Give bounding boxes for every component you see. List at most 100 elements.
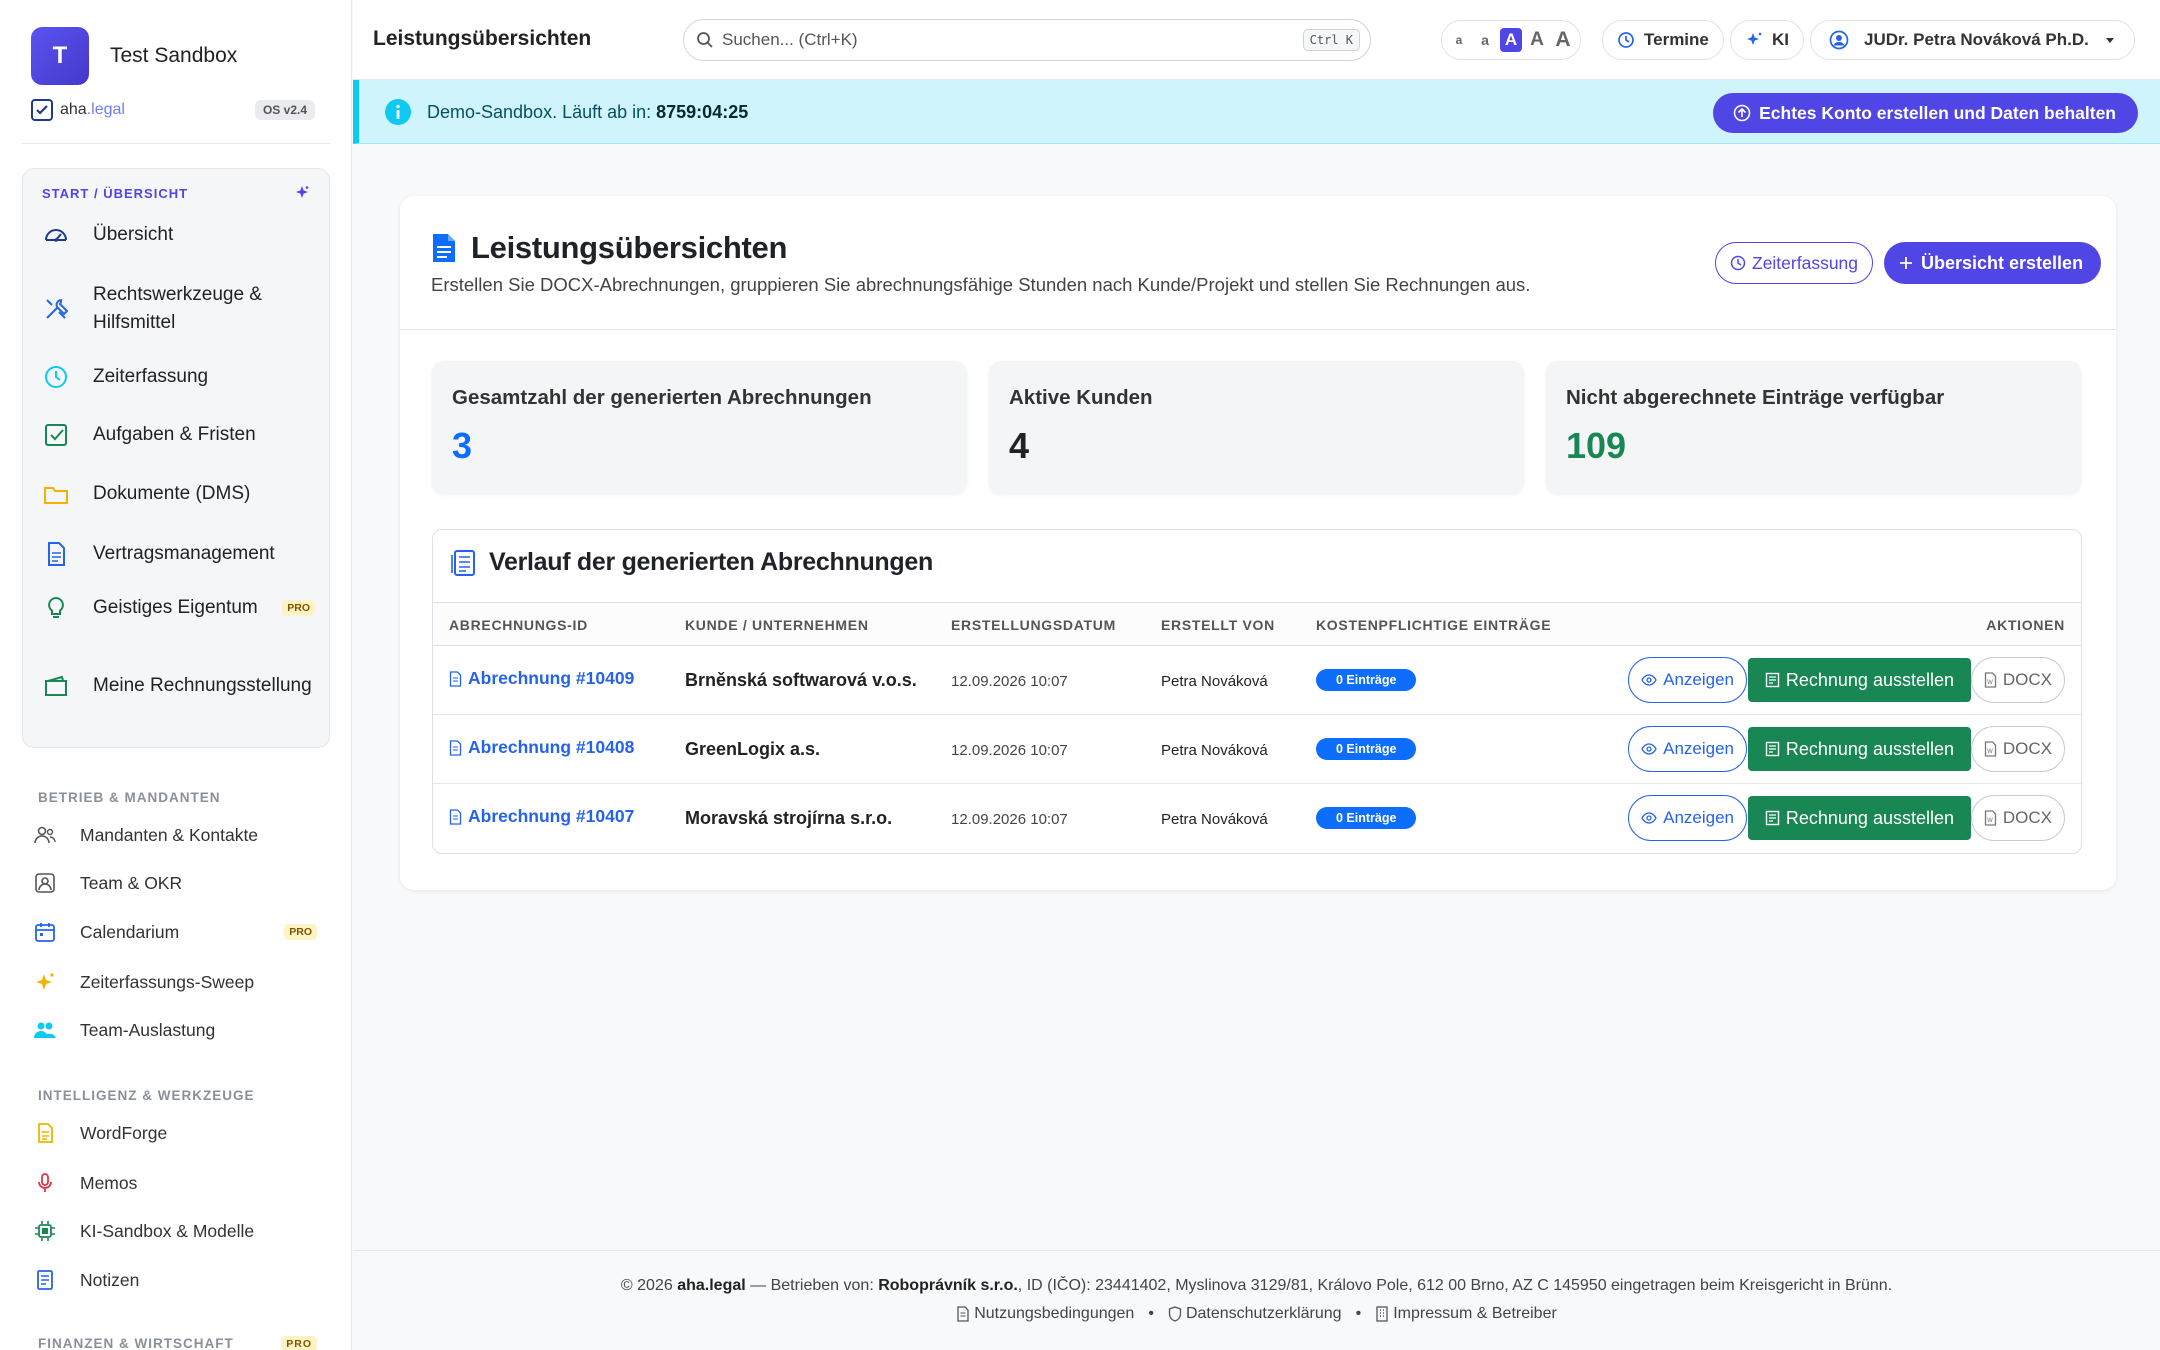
- docx-download-button[interactable]: W DOCX: [1970, 657, 2065, 703]
- sidebar-item-team-okr[interactable]: Team & OKR: [34, 868, 317, 898]
- file-word-icon: W: [1984, 741, 1997, 757]
- ki-button[interactable]: KI: [1730, 20, 1804, 60]
- sidebar-item-rechtswerkzeuge[interactable]: Rechtswerkzeuge & Hilfsmittel: [43, 281, 315, 337]
- zeiterfassung-button[interactable]: Zeiterfassung: [1715, 242, 1874, 284]
- view-button[interactable]: Anzeigen: [1628, 657, 1747, 703]
- issue-invoice-button[interactable]: Rechnung ausstellen: [1747, 658, 1971, 702]
- sidebar-item-zeiterfassungs-sweep[interactable]: Zeiterfassungs-Sweep: [34, 967, 317, 997]
- entries-badge: 0 Einträge: [1316, 807, 1417, 829]
- stat-label: Nicht abgerechnete Einträge verfügbar: [1566, 386, 1945, 409]
- sidebar-item-notizen[interactable]: Notizen: [34, 1265, 317, 1295]
- section-finanzen: FINANZEN & WIRTSCHAFT PRO: [38, 1336, 317, 1350]
- create-overview-button[interactable]: Übersicht erstellen: [1884, 242, 2102, 284]
- page-subtitle: Erstellen Sie DOCX-Abrechnungen, gruppie…: [431, 274, 1531, 295]
- sparkle-icon[interactable]: [294, 185, 310, 201]
- table-row: Abrechnung #10407 Moravská strojírna s.r…: [433, 784, 2081, 853]
- sidebar-item-memos[interactable]: Memos: [34, 1168, 317, 1198]
- table-header: ABRECHNUNGS-ID KUNDE / UNTERNEHMEN ERSTE…: [433, 602, 2081, 646]
- sidebar-item-dokumente[interactable]: Dokumente (DMS): [43, 480, 315, 508]
- document-icon: [48, 542, 65, 566]
- entries-badge: 0 Einträge: [1316, 738, 1417, 760]
- search-box[interactable]: Ctrl K: [683, 19, 1371, 61]
- customer-name: Brněnská softwarová v.o.s.: [685, 670, 917, 690]
- footer-dot: •: [1355, 1305, 1362, 1322]
- sidebar-divider: [22, 143, 330, 144]
- termine-label: Termine: [1644, 30, 1709, 49]
- document-icon: [449, 670, 462, 687]
- brand-logo: aha.legal: [60, 101, 125, 118]
- zeiterfassung-label: Zeiterfassung: [1752, 252, 1859, 273]
- terms-label: Nutzungsbedingungen: [974, 1305, 1135, 1322]
- terms-link[interactable]: Nutzungsbedingungen: [956, 1305, 1134, 1323]
- user-menu[interactable]: JUDr. Petra Nováková Ph.D.: [1810, 20, 2135, 60]
- table-title: Verlauf der generierten Abrechnungen: [489, 548, 933, 576]
- docx-download-button[interactable]: W DOCX: [1970, 726, 2065, 772]
- notes-icon: [37, 1270, 53, 1290]
- privacy-link[interactable]: Datenschutzerklärung: [1168, 1305, 1342, 1323]
- view-button[interactable]: Anzeigen: [1628, 795, 1747, 841]
- sidebar-item-uebersicht[interactable]: Übersicht: [43, 221, 315, 249]
- receipt-icon: [1765, 672, 1780, 688]
- termine-button[interactable]: Termine: [1602, 20, 1724, 60]
- sidebar-item-zeiterfassung[interactable]: Zeiterfassung: [43, 363, 315, 391]
- column-header: AKTIONEN: [1986, 617, 2065, 633]
- svg-text:W: W: [1987, 817, 1993, 824]
- user-name: JUDr. Petra Nováková Ph.D.: [1864, 30, 2089, 49]
- sidebar-item-vertragsmanagement[interactable]: Vertragsmanagement: [43, 540, 315, 568]
- sidebar-item-label: Team & OKR: [80, 872, 183, 893]
- info-icon: [385, 99, 411, 125]
- sidebar-item-geistiges-eigentum[interactable]: Geistiges Eigentum PRO: [43, 594, 315, 622]
- font-size-sm[interactable]: a: [1474, 28, 1496, 52]
- sidebar-item-label: Übersicht: [93, 224, 174, 245]
- folder-icon: [44, 487, 68, 504]
- created-date: 12.09.2026 10:07: [951, 742, 1068, 759]
- sidebar-item-team-auslastung[interactable]: Team-Auslastung: [34, 1015, 317, 1045]
- sidebar-item-label: Vertragsmanagement: [93, 543, 275, 564]
- calendar-icon: [35, 923, 55, 942]
- wallet-icon: [45, 675, 67, 696]
- search-shortcut: Ctrl K: [1302, 29, 1360, 51]
- stat-value: 4: [1009, 425, 1030, 466]
- sidebar-item-aufgaben[interactable]: Aufgaben & Fristen: [43, 421, 315, 449]
- document-icon: [449, 739, 462, 756]
- table-row: Abrechnung #10409 Brněnská softwarová v.…: [433, 646, 2081, 715]
- font-size-lg[interactable]: A: [1526, 28, 1548, 52]
- create-account-button[interactable]: Echtes Konto erstellen und Daten behalte…: [1713, 93, 2138, 133]
- billing-id-link[interactable]: Abrechnung #10407: [449, 806, 634, 827]
- pro-badge: PRO: [284, 924, 317, 940]
- eye-icon: [1641, 674, 1657, 686]
- billing-id-link[interactable]: Abrechnung #10409: [449, 668, 634, 689]
- sidebar-item-rechnungsstellung[interactable]: Meine Rechnungsstellung: [43, 672, 315, 700]
- sidebar-item-wordforge[interactable]: WordForge: [34, 1118, 317, 1148]
- billing-id-link[interactable]: Abrechnung #10408: [449, 737, 634, 758]
- microphone-icon: [38, 1173, 52, 1192]
- sidebar-item-mandanten[interactable]: Mandanten & Kontakte: [34, 820, 317, 850]
- list-document-icon: [451, 549, 475, 576]
- column-header: ABRECHNUNGS-ID: [449, 617, 588, 633]
- view-button[interactable]: Anzeigen: [1628, 726, 1747, 772]
- countdown: 8759:04:25: [656, 102, 749, 122]
- issue-invoice-button[interactable]: Rechnung ausstellen: [1747, 727, 1971, 771]
- sidebar-item-ki-sandbox[interactable]: KI-Sandbox & Modelle: [34, 1216, 317, 1246]
- font-size-xl[interactable]: A: [1552, 28, 1574, 52]
- file-word-icon: W: [1984, 810, 1997, 826]
- search-input[interactable]: [722, 30, 1303, 50]
- sidebar-item-label: Meine Rechnungsstellung: [93, 675, 312, 696]
- sidebar-item-calendarium[interactable]: Calendarium PRO: [34, 917, 317, 947]
- docx-download-button[interactable]: W DOCX: [1970, 795, 2065, 841]
- created-by: Petra Nováková: [1161, 742, 1268, 759]
- sidebar-item-label: Geistiges Eigentum: [93, 597, 258, 618]
- privacy-label: Datenschutzerklärung: [1185, 1305, 1342, 1322]
- docx-label: DOCX: [2002, 739, 2052, 758]
- font-size-xs[interactable]: a: [1448, 28, 1470, 52]
- demo-banner: Demo-Sandbox. Läuft ab in: 8759:04:25 Ec…: [353, 80, 2160, 144]
- issue-invoice-button[interactable]: Rechnung ausstellen: [1747, 796, 1971, 840]
- workspace-avatar: T: [31, 27, 89, 85]
- imprint-link[interactable]: Impressum & Betreiber: [1375, 1305, 1557, 1323]
- main-card: Leistungsübersichten Erstellen Sie DOCX-…: [400, 196, 2116, 890]
- font-size-md[interactable]: A: [1500, 28, 1522, 52]
- workspace-switcher[interactable]: T Test Sandbox: [31, 27, 237, 85]
- lightbulb-icon: [48, 596, 64, 618]
- font-size-switcher: a a A A A: [1441, 20, 1581, 60]
- issue-invoice-label: Rechnung ausstellen: [1785, 669, 1954, 690]
